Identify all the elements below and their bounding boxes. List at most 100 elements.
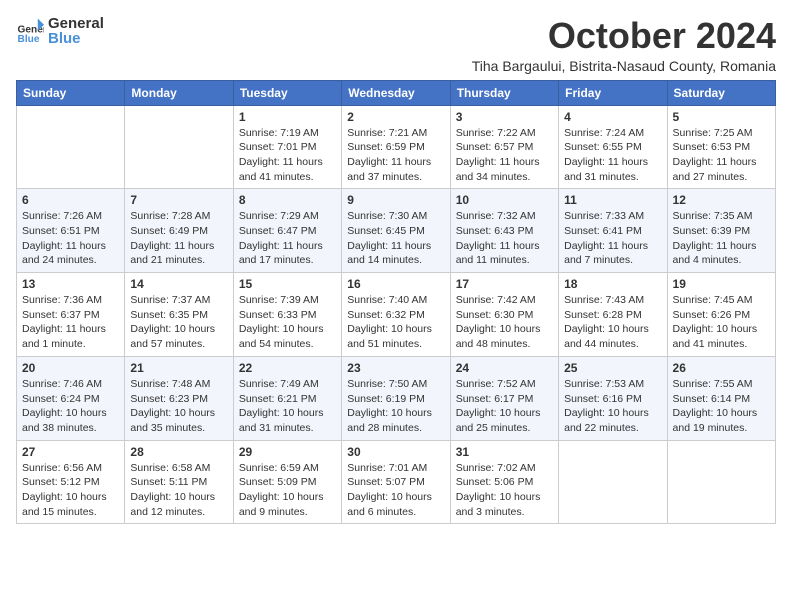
calendar-cell: [17, 105, 125, 189]
calendar-cell: 21 Sunrise: 7:48 AM Sunset: 6:23 PM Dayli…: [125, 356, 233, 440]
logo: General Blue General Blue: [16, 16, 104, 46]
calendar-cell: 31 Sunrise: 7:02 AM Sunset: 5:06 PM Dayli…: [450, 440, 558, 524]
calendar-cell: 22 Sunrise: 7:49 AM Sunset: 6:21 PM Dayli…: [233, 356, 341, 440]
day-number: 17: [456, 277, 553, 291]
day-number: 30: [347, 445, 444, 459]
day-number: 14: [130, 277, 227, 291]
svg-text:Blue: Blue: [18, 34, 40, 45]
calendar-cell: 18 Sunrise: 7:43 AM Sunset: 6:28 PM Dayli…: [559, 273, 667, 357]
day-number: 20: [22, 361, 119, 375]
day-number: 22: [239, 361, 336, 375]
day-info: Sunrise: 7:46 AM Sunset: 6:24 PM Dayligh…: [22, 377, 119, 436]
day-info: Sunrise: 7:35 AM Sunset: 6:39 PM Dayligh…: [673, 209, 770, 268]
calendar-week-row: 27Sunrise: 6:56 AM Sunset: 5:12 PM Dayli…: [17, 440, 776, 524]
day-info: Sunrise: 7:24 AM Sunset: 6:55 PM Dayligh…: [564, 126, 661, 185]
day-number: 7: [130, 193, 227, 207]
calendar-cell: 26 Sunrise: 7:55 AM Sunset: 6:14 PM Dayli…: [667, 356, 775, 440]
day-info: Sunrise: 7:02 AM Sunset: 5:06 PM Dayligh…: [456, 461, 553, 520]
day-info: Sunrise: 6:59 AM Sunset: 5:09 PM Dayligh…: [239, 461, 336, 520]
day-info: Sunrise: 7:01 AM Sunset: 5:07 PM Dayligh…: [347, 461, 444, 520]
calendar-cell: 6Sunrise: 7:26 AM Sunset: 6:51 PM Daylig…: [17, 189, 125, 273]
day-info: Sunrise: 7:50 AM Sunset: 6:19 PM Dayligh…: [347, 377, 444, 436]
calendar-cell: 1Sunrise: 7:19 AM Sunset: 7:01 PM Daylig…: [233, 105, 341, 189]
day-info: Sunrise: 7:49 AM Sunset: 6:21 PM Dayligh…: [239, 377, 336, 436]
calendar-cell: 30 Sunrise: 7:01 AM Sunset: 5:07 PM Dayli…: [342, 440, 450, 524]
calendar-cell: 7 Sunrise: 7:28 AM Sunset: 6:49 PM Daylig…: [125, 189, 233, 273]
day-number: 21: [130, 361, 227, 375]
day-header-monday: Monday: [125, 80, 233, 105]
day-number: 31: [456, 445, 553, 459]
day-info: Sunrise: 7:45 AM Sunset: 6:26 PM Dayligh…: [673, 293, 770, 352]
day-number: 11: [564, 193, 661, 207]
day-info: Sunrise: 7:30 AM Sunset: 6:45 PM Dayligh…: [347, 209, 444, 268]
day-header-tuesday: Tuesday: [233, 80, 341, 105]
day-info: Sunrise: 7:39 AM Sunset: 6:33 PM Dayligh…: [239, 293, 336, 352]
day-info: Sunrise: 7:53 AM Sunset: 6:16 PM Dayligh…: [564, 377, 661, 436]
calendar-cell: 14 Sunrise: 7:37 AM Sunset: 6:35 PM Dayli…: [125, 273, 233, 357]
calendar-cell: 16 Sunrise: 7:40 AM Sunset: 6:32 PM Dayli…: [342, 273, 450, 357]
calendar-cell: 23Sunrise: 7:50 AM Sunset: 6:19 PM Dayli…: [342, 356, 450, 440]
day-number: 4: [564, 110, 661, 124]
calendar-week-row: 1Sunrise: 7:19 AM Sunset: 7:01 PM Daylig…: [17, 105, 776, 189]
day-header-saturday: Saturday: [667, 80, 775, 105]
day-info: Sunrise: 7:43 AM Sunset: 6:28 PM Dayligh…: [564, 293, 661, 352]
calendar-table: SundayMondayTuesdayWednesdayThursdayFrid…: [16, 80, 776, 525]
day-number: 26: [673, 361, 770, 375]
calendar-cell: 19Sunrise: 7:45 AM Sunset: 6:26 PM Dayli…: [667, 273, 775, 357]
calendar-cell: 24 Sunrise: 7:52 AM Sunset: 6:17 PM Dayli…: [450, 356, 558, 440]
day-header-thursday: Thursday: [450, 80, 558, 105]
calendar-cell: 25 Sunrise: 7:53 AM Sunset: 6:16 PM Dayli…: [559, 356, 667, 440]
calendar-cell: 8Sunrise: 7:29 AM Sunset: 6:47 PM Daylig…: [233, 189, 341, 273]
day-number: 16: [347, 277, 444, 291]
day-info: Sunrise: 7:28 AM Sunset: 6:49 PM Dayligh…: [130, 209, 227, 268]
day-info: Sunrise: 7:55 AM Sunset: 6:14 PM Dayligh…: [673, 377, 770, 436]
day-number: 9: [347, 193, 444, 207]
day-info: Sunrise: 7:52 AM Sunset: 6:17 PM Dayligh…: [456, 377, 553, 436]
calendar-cell: [667, 440, 775, 524]
day-info: Sunrise: 7:19 AM Sunset: 7:01 PM Dayligh…: [239, 126, 336, 185]
day-number: 24: [456, 361, 553, 375]
day-info: Sunrise: 7:32 AM Sunset: 6:43 PM Dayligh…: [456, 209, 553, 268]
day-info: Sunrise: 7:25 AM Sunset: 6:53 PM Dayligh…: [673, 126, 770, 185]
day-number: 18: [564, 277, 661, 291]
page-header: General Blue General Blue October 2024 T…: [16, 16, 776, 74]
calendar-cell: [559, 440, 667, 524]
day-info: Sunrise: 7:48 AM Sunset: 6:23 PM Dayligh…: [130, 377, 227, 436]
day-number: 2: [347, 110, 444, 124]
day-info: Sunrise: 7:40 AM Sunset: 6:32 PM Dayligh…: [347, 293, 444, 352]
calendar-cell: 10 Sunrise: 7:32 AM Sunset: 6:43 PM Dayli…: [450, 189, 558, 273]
day-number: 25: [564, 361, 661, 375]
day-number: 28: [130, 445, 227, 459]
day-header-wednesday: Wednesday: [342, 80, 450, 105]
month-title: October 2024: [472, 16, 776, 56]
logo-blue: Blue: [48, 31, 104, 46]
calendar-cell: 4 Sunrise: 7:24 AM Sunset: 6:55 PM Daylig…: [559, 105, 667, 189]
day-number: 5: [673, 110, 770, 124]
calendar-cell: 27Sunrise: 6:56 AM Sunset: 5:12 PM Dayli…: [17, 440, 125, 524]
logo-icon: General Blue: [16, 17, 44, 45]
calendar-cell: 5 Sunrise: 7:25 AM Sunset: 6:53 PM Daylig…: [667, 105, 775, 189]
day-number: 3: [456, 110, 553, 124]
day-info: Sunrise: 7:37 AM Sunset: 6:35 PM Dayligh…: [130, 293, 227, 352]
calendar-cell: 17 Sunrise: 7:42 AM Sunset: 6:30 PM Dayli…: [450, 273, 558, 357]
day-header-friday: Friday: [559, 80, 667, 105]
day-info: Sunrise: 6:56 AM Sunset: 5:12 PM Dayligh…: [22, 461, 119, 520]
calendar-cell: [125, 105, 233, 189]
calendar-cell: 12 Sunrise: 7:35 AM Sunset: 6:39 PM Dayli…: [667, 189, 775, 273]
calendar-cell: 20 Sunrise: 7:46 AM Sunset: 6:24 PM Dayli…: [17, 356, 125, 440]
day-info: Sunrise: 7:29 AM Sunset: 6:47 PM Dayligh…: [239, 209, 336, 268]
day-number: 15: [239, 277, 336, 291]
day-number: 6: [22, 193, 119, 207]
calendar-cell: 2Sunrise: 7:21 AM Sunset: 6:59 PM Daylig…: [342, 105, 450, 189]
day-number: 29: [239, 445, 336, 459]
calendar-week-row: 6Sunrise: 7:26 AM Sunset: 6:51 PM Daylig…: [17, 189, 776, 273]
day-number: 10: [456, 193, 553, 207]
day-info: Sunrise: 6:58 AM Sunset: 5:11 PM Dayligh…: [130, 461, 227, 520]
calendar-header-row: SundayMondayTuesdayWednesdayThursdayFrid…: [17, 80, 776, 105]
calendar-cell: 15 Sunrise: 7:39 AM Sunset: 6:33 PM Dayli…: [233, 273, 341, 357]
day-info: Sunrise: 7:42 AM Sunset: 6:30 PM Dayligh…: [456, 293, 553, 352]
day-header-sunday: Sunday: [17, 80, 125, 105]
calendar-cell: 9 Sunrise: 7:30 AM Sunset: 6:45 PM Daylig…: [342, 189, 450, 273]
day-number: 12: [673, 193, 770, 207]
location-subtitle: Tiha Bargaului, Bistrita-Nasaud County, …: [472, 58, 776, 74]
